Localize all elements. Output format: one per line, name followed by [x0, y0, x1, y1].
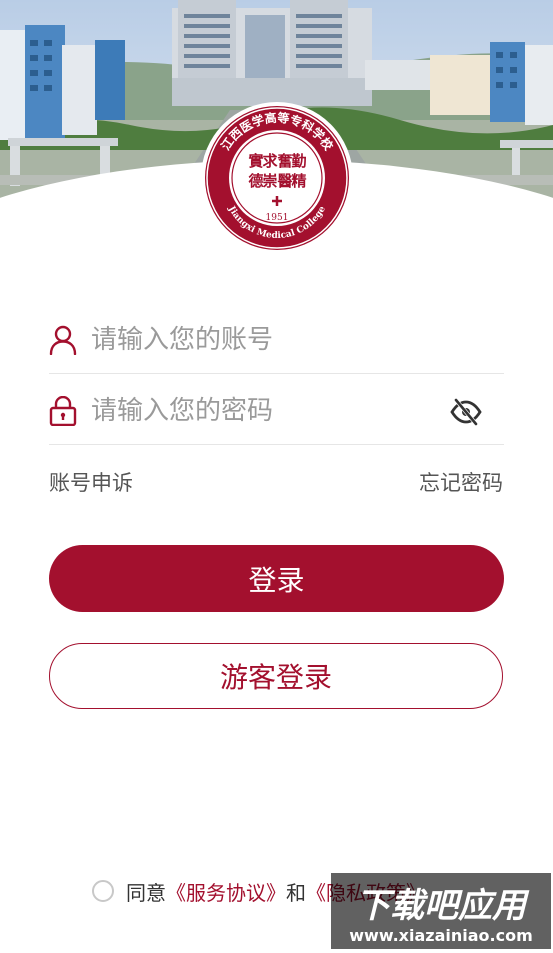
login-button-label: 登录 [248, 563, 305, 597]
svg-text:醫: 醫 [277, 172, 292, 190]
svg-text:勤: 勤 [291, 152, 306, 170]
password-input[interactable] [89, 390, 433, 432]
login-button[interactable]: 登录 [49, 545, 504, 612]
watermark-brand: 下载吧应用 [356, 886, 530, 926]
forgot-password-link[interactable]: 忘记密码 [419, 467, 503, 497]
guest-login-button[interactable]: 游客登录 [49, 643, 503, 709]
account-appeal-link[interactable]: 账号申诉 [49, 467, 133, 497]
seal-year: 1951 [266, 213, 289, 223]
guest-login-button-label: 游客登录 [219, 661, 332, 694]
account-input[interactable] [89, 319, 433, 361]
college-seal-icon: 實求奮勤 德崇醫精 1951 江西医学高等专科学校 Jiangxi Medica… [199, 100, 355, 256]
svg-text:奮: 奮 [276, 152, 292, 170]
svg-text:實: 實 [248, 152, 263, 170]
user-icon [49, 325, 77, 356]
svg-text:崇: 崇 [262, 172, 277, 190]
account-field [49, 305, 504, 374]
svg-text:求: 求 [262, 152, 278, 170]
service-agreement-link[interactable]: 《服务协议》 [166, 877, 286, 906]
svg-text:德: 德 [248, 172, 263, 190]
watermark-url: www.xiazainiao.com [349, 926, 532, 945]
agreement-prefix: 同意 [126, 880, 166, 905]
lock-icon [49, 395, 77, 427]
agreement-radio[interactable] [92, 880, 114, 902]
password-field [49, 376, 504, 445]
svg-text:精: 精 [291, 172, 306, 190]
watermark: 下载吧应用 www.xiazainiao.com [331, 873, 551, 949]
agreement-and: 和 [286, 880, 306, 905]
eye-hidden-icon[interactable] [450, 398, 482, 426]
